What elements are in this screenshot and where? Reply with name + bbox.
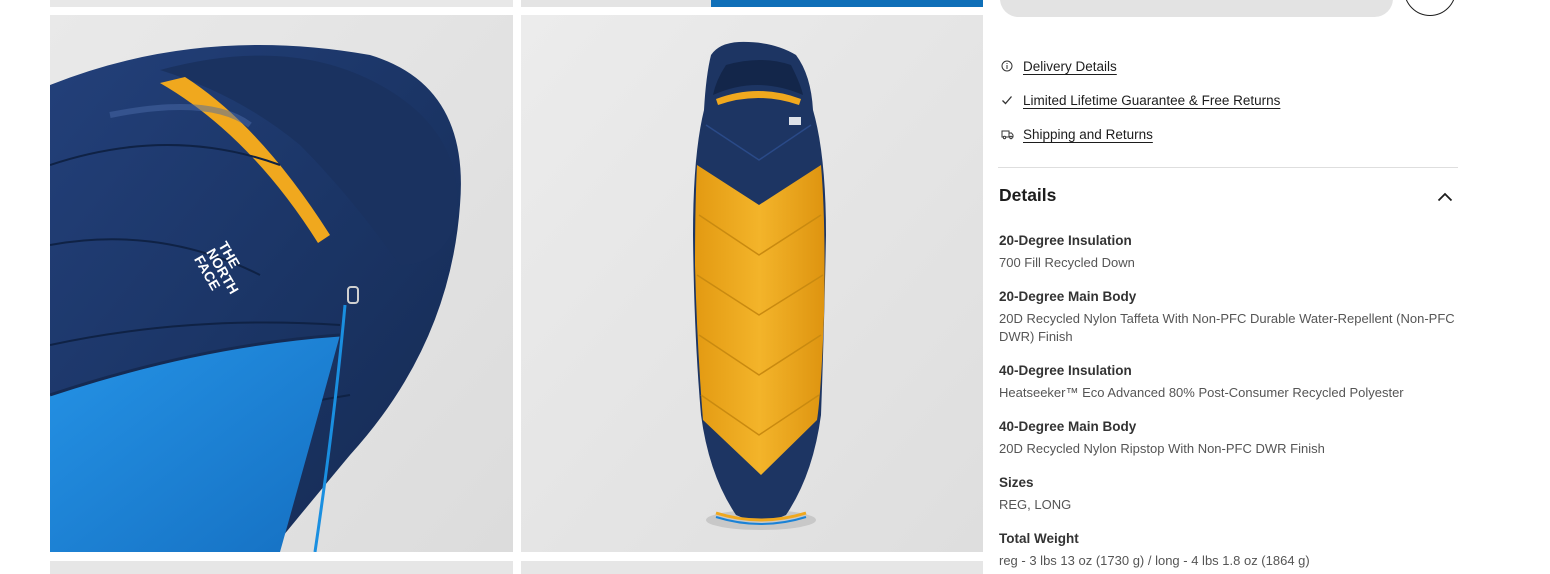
shipping-returns-link[interactable]: Shipping and Returns xyxy=(1000,124,1153,144)
spec-item: 20-Degree Main Body 20D Recycled Nylon T… xyxy=(999,288,1459,346)
spec-value: 20D Recycled Nylon Ripstop With Non-PFC … xyxy=(999,441,1325,456)
shipping-returns-label[interactable]: Shipping and Returns xyxy=(1023,127,1153,142)
info-circle-icon xyxy=(1000,59,1014,73)
details-accordion-header[interactable]: Details xyxy=(999,184,1459,208)
spec-item: 40-Degree Main Body 20D Recycled Nylon R… xyxy=(999,418,1459,458)
details-title: Details xyxy=(999,185,1057,205)
gallery-image-next-2[interactable] xyxy=(521,561,983,574)
truck-icon xyxy=(1000,127,1014,141)
spec-value: Heatseeker™ Eco Advanced 80% Post-Consum… xyxy=(999,385,1404,400)
spec-item: Sizes REG, LONG xyxy=(999,474,1459,514)
gallery-image-previous-1[interactable] xyxy=(50,0,513,7)
hood-closeup-illustration: THE NORTH FACE xyxy=(50,15,513,552)
spec-label: Total Weight xyxy=(999,531,1079,546)
spec-label: 40-Degree Main Body xyxy=(999,419,1137,434)
chevron-up-icon[interactable] xyxy=(1437,189,1453,207)
sleeping-bag-fragment xyxy=(711,0,983,7)
guarantee-label[interactable]: Limited Lifetime Guarantee & Free Return… xyxy=(1023,93,1280,108)
delivery-details-link[interactable]: Delivery Details xyxy=(1000,56,1117,76)
gallery-image-hood-closeup[interactable]: THE NORTH FACE xyxy=(50,15,513,552)
spec-label: 20-Degree Insulation xyxy=(999,233,1132,248)
gallery-image-full-bag[interactable] xyxy=(521,15,983,552)
spec-value: 700 Fill Recycled Down xyxy=(999,255,1135,270)
spec-value: REG, LONG xyxy=(999,497,1072,512)
delivery-details-label[interactable]: Delivery Details xyxy=(1023,59,1117,74)
section-divider xyxy=(998,167,1458,168)
add-to-cart-button[interactable] xyxy=(1000,0,1393,17)
spec-value: reg - 3 lbs 13 oz (1730 g) / long - 4 lb… xyxy=(999,553,1310,568)
spec-item: 40-Degree Insulation Heatseeker™ Eco Adv… xyxy=(999,362,1459,402)
favorite-button[interactable] xyxy=(1404,0,1456,16)
spec-item: Total Weight reg - 3 lbs 13 oz (1730 g) … xyxy=(999,530,1459,570)
full-bag-illustration xyxy=(521,15,983,552)
spec-label: Sizes xyxy=(999,475,1034,490)
spec-label: 20-Degree Main Body xyxy=(999,289,1137,304)
checkmark-icon xyxy=(1000,93,1014,107)
spec-label: 40-Degree Insulation xyxy=(999,363,1132,378)
gallery-image-next-1[interactable] xyxy=(50,561,513,574)
spec-item: 20-Degree Insulation 700 Fill Recycled D… xyxy=(999,232,1459,272)
guarantee-link[interactable]: Limited Lifetime Guarantee & Free Return… xyxy=(1000,90,1280,110)
spec-value: 20D Recycled Nylon Taffeta With Non-PFC … xyxy=(999,311,1455,344)
brand-logo-icon xyxy=(789,117,801,125)
gallery-image-previous-2[interactable] xyxy=(521,0,983,7)
